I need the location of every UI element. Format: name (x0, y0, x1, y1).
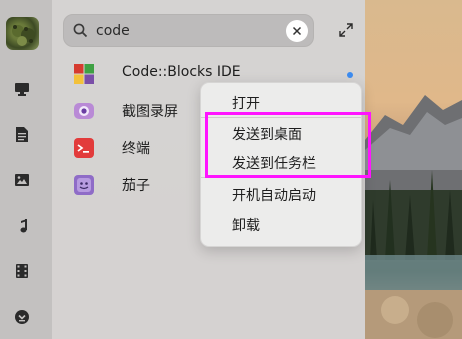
cheese-icon (73, 174, 95, 196)
new-app-indicator (347, 72, 353, 78)
app-label: Code::Blocks IDE (122, 64, 241, 80)
app-label: 终端 (122, 141, 150, 157)
terminal-icon (73, 137, 95, 159)
screenshot-icon (73, 100, 95, 122)
clear-search-button[interactable] (286, 20, 308, 42)
search-bar (63, 14, 314, 47)
menu-item-open[interactable]: 打开 (232, 93, 260, 113)
app-label: 茄子 (122, 178, 150, 194)
video-icon[interactable] (14, 263, 30, 279)
search-input[interactable] (96, 21, 281, 41)
menu-item-autostart[interactable]: 开机自动启动 (232, 185, 316, 205)
desktop-wallpaper (365, 0, 462, 339)
fullscreen-expand-icon[interactable] (338, 22, 354, 42)
music-icon[interactable] (14, 218, 30, 234)
document-icon[interactable] (14, 126, 30, 142)
search-icon (73, 23, 88, 42)
user-avatar[interactable] (6, 17, 39, 50)
menu-item-uninstall[interactable]: 卸载 (232, 215, 260, 235)
image-icon[interactable] (14, 172, 30, 188)
download-icon[interactable] (14, 309, 30, 325)
highlight-box (205, 112, 371, 178)
codeblocks-icon (73, 63, 95, 85)
close-icon (292, 26, 302, 36)
app-label: 截图录屏 (122, 104, 178, 120)
computer-icon[interactable] (14, 81, 30, 97)
sidebar (0, 0, 52, 339)
